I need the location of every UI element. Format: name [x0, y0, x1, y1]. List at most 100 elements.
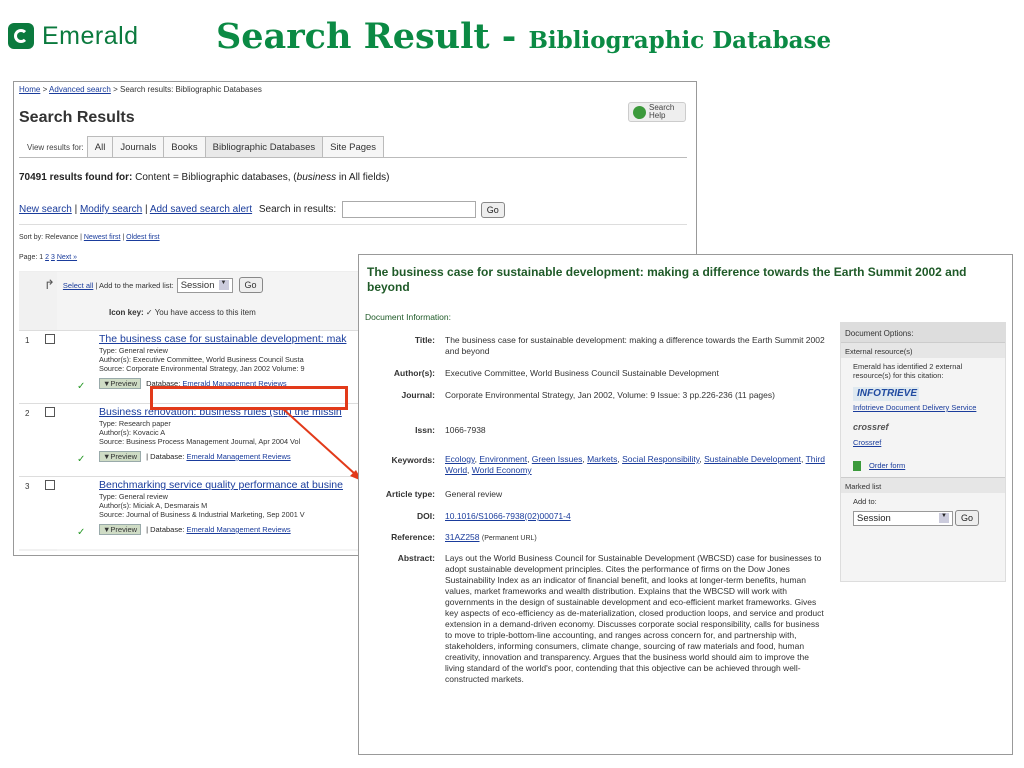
marked-go-button[interactable]: Go: [238, 277, 263, 293]
issn-value: 1066-7938: [445, 425, 486, 435]
preview-row: ▼Preview | Database: Emerald Management …: [99, 524, 291, 535]
slide-title-main: Search Result -: [216, 16, 529, 57]
brand-name: Emerald: [42, 21, 139, 50]
breadcrumb: Home > Advanced search > Search results:…: [19, 85, 262, 94]
result-meta: Type: General review Author(s): Miciak A…: [99, 492, 305, 519]
search-actions: New search | Modify search | Add saved s…: [19, 201, 505, 218]
access-check-icon: ✓: [77, 454, 86, 465]
crossref-link[interactable]: Crossref: [853, 438, 881, 447]
result-source: Source: Business Process Management Jour…: [99, 437, 301, 446]
reference-value: 31AZ258 (Permanent URL): [445, 532, 825, 544]
database-link[interactable]: Emerald Management Reviews: [186, 452, 290, 461]
result-number: 2: [25, 409, 30, 418]
result-number: 1: [25, 336, 30, 345]
result-source: Source: Journal of Business & Industrial…: [99, 510, 305, 519]
slide-title: Search Result - Bibliographic Database: [216, 16, 831, 57]
document-title: The business case for sustainable develo…: [367, 265, 967, 294]
article-type-label: Article type:: [385, 489, 435, 499]
keyword-link[interactable]: Environment: [479, 454, 527, 464]
abstract-value: Lays out the World Business Council for …: [445, 553, 824, 684]
document-detail-screenshot: The business case for sustainable develo…: [358, 254, 1013, 755]
select-arrow-icon: ↱: [44, 277, 55, 292]
add-marked-label: | Add to the marked list:: [95, 280, 174, 290]
tab-journals[interactable]: Journals: [112, 136, 165, 157]
tab-site-pages[interactable]: Site Pages: [322, 136, 385, 157]
tab-bibliographic-databases[interactable]: Bibliographic Databases: [204, 136, 324, 157]
result-tabs: View results for: All Journals Books Bib…: [19, 136, 687, 158]
next-page-link[interactable]: Next »: [57, 254, 77, 261]
slide-title-sub: Bibliographic Database: [528, 27, 832, 54]
session-value: Session: [180, 279, 215, 291]
add-alert-link[interactable]: Add saved search alert: [150, 204, 252, 215]
infotrieve-link[interactable]: Infotrieve Document Delivery Service: [853, 403, 976, 412]
abstract-label: Abstract:: [397, 553, 435, 563]
sort-newest-link[interactable]: Newest first: [84, 234, 121, 241]
preview-button[interactable]: ▼Preview: [99, 378, 142, 389]
result-title-link[interactable]: Benchmarking service quality performance…: [99, 479, 343, 491]
access-check-icon: ✓: [77, 527, 86, 538]
icon-key: Icon key: ✓ You have access to this item: [109, 308, 256, 317]
document-info-header: Document Information:: [365, 312, 451, 322]
keyword-link[interactable]: Social Responsibility: [622, 454, 699, 464]
keyword-link[interactable]: Ecology: [445, 454, 475, 464]
sort-sep: |: [122, 234, 125, 241]
keywords-list: Ecology, Environment, Green Issues, Mark…: [445, 454, 825, 475]
database-link[interactable]: Emerald Management Reviews: [186, 525, 290, 534]
sort-options: Sort by: Relevance | Newest first | Olde…: [19, 234, 160, 241]
result-meta: Type: General review Author(s): Executiv…: [99, 346, 305, 373]
page-label: Page: 1: [19, 254, 44, 261]
infotrieve-logo: INFOTRIEVE: [853, 387, 919, 401]
search-help-button[interactable]: Search Help: [628, 102, 686, 122]
doi-link[interactable]: 10.1016/S1066-7938(02)00071-4: [445, 511, 571, 521]
icon-key-label: Icon key:: [109, 308, 144, 317]
add-to-label: Add to:: [853, 497, 877, 507]
order-form-link[interactable]: Order form: [869, 461, 905, 470]
search-in-label: Search in results:: [258, 204, 337, 216]
keyword-link[interactable]: World Economy: [472, 465, 532, 475]
session-select[interactable]: Session ▼: [176, 277, 233, 293]
keywords-label: Keywords:: [391, 455, 435, 465]
page-3-link[interactable]: 3: [51, 254, 55, 261]
external-resources-header: External resource(s): [841, 342, 1005, 358]
modify-search-link[interactable]: Modify search: [80, 204, 142, 215]
search-go-button[interactable]: Go: [480, 201, 505, 218]
marked-list-go-button[interactable]: Go: [955, 510, 980, 527]
tab-books[interactable]: Books: [163, 136, 206, 157]
keyword-link[interactable]: Markets: [587, 454, 617, 464]
results-query-b: in All fields): [336, 172, 390, 183]
order-form-icon: [853, 461, 861, 472]
select-all-link[interactable]: Select all: [63, 281, 93, 290]
new-search-link[interactable]: New search: [19, 204, 72, 215]
access-check-icon: ✓: [77, 381, 86, 392]
database-highlight-box: [150, 386, 348, 410]
search-help-icon: [633, 105, 646, 119]
marked-session-select[interactable]: Session ▼: [853, 510, 953, 526]
doi-value: 10.1016/S1066-7938(02)00071-4: [445, 511, 825, 522]
authors-value: Executive Committee, World Business Coun…: [445, 368, 719, 378]
emerald-logo-icon: [8, 23, 34, 49]
marked-list-bar: ↱ Select all | Add to the marked list: S…: [44, 277, 263, 293]
results-summary: 70491 results found for: Content = Bibli…: [19, 172, 389, 183]
result-title-link[interactable]: The business case for sustainable develo…: [99, 333, 346, 345]
search-in-results-input[interactable]: [341, 201, 476, 218]
reference-note: (Permanent URL): [481, 535, 537, 542]
preview-button[interactable]: ▼Preview: [99, 524, 142, 535]
preview-button[interactable]: ▼Preview: [99, 451, 142, 462]
breadcrumb-home[interactable]: Home: [19, 85, 40, 94]
marked-session-value: Session: [857, 512, 891, 524]
document-options-header: Document Options:: [841, 323, 1005, 342]
result-source: Source: Corporate Environmental Strategy…: [99, 364, 305, 373]
result-checkbox[interactable]: [45, 407, 55, 417]
reference-link[interactable]: 31AZ258: [445, 532, 480, 542]
page-2-link[interactable]: 2: [45, 254, 49, 261]
result-number: 3: [25, 482, 30, 491]
breadcrumb-advanced[interactable]: Advanced search: [49, 85, 111, 94]
pagination: Page: 1 2 3 Next »: [19, 254, 77, 261]
result-authors: Author(s): Miciak A, Desmarais M: [99, 501, 208, 510]
result-checkbox[interactable]: [45, 334, 55, 344]
keyword-link[interactable]: Green Issues: [532, 454, 583, 464]
tab-all[interactable]: All: [86, 136, 114, 157]
sort-oldest-link[interactable]: Oldest first: [126, 234, 159, 241]
keyword-link[interactable]: Sustainable Development: [704, 454, 801, 464]
result-checkbox[interactable]: [45, 480, 55, 490]
